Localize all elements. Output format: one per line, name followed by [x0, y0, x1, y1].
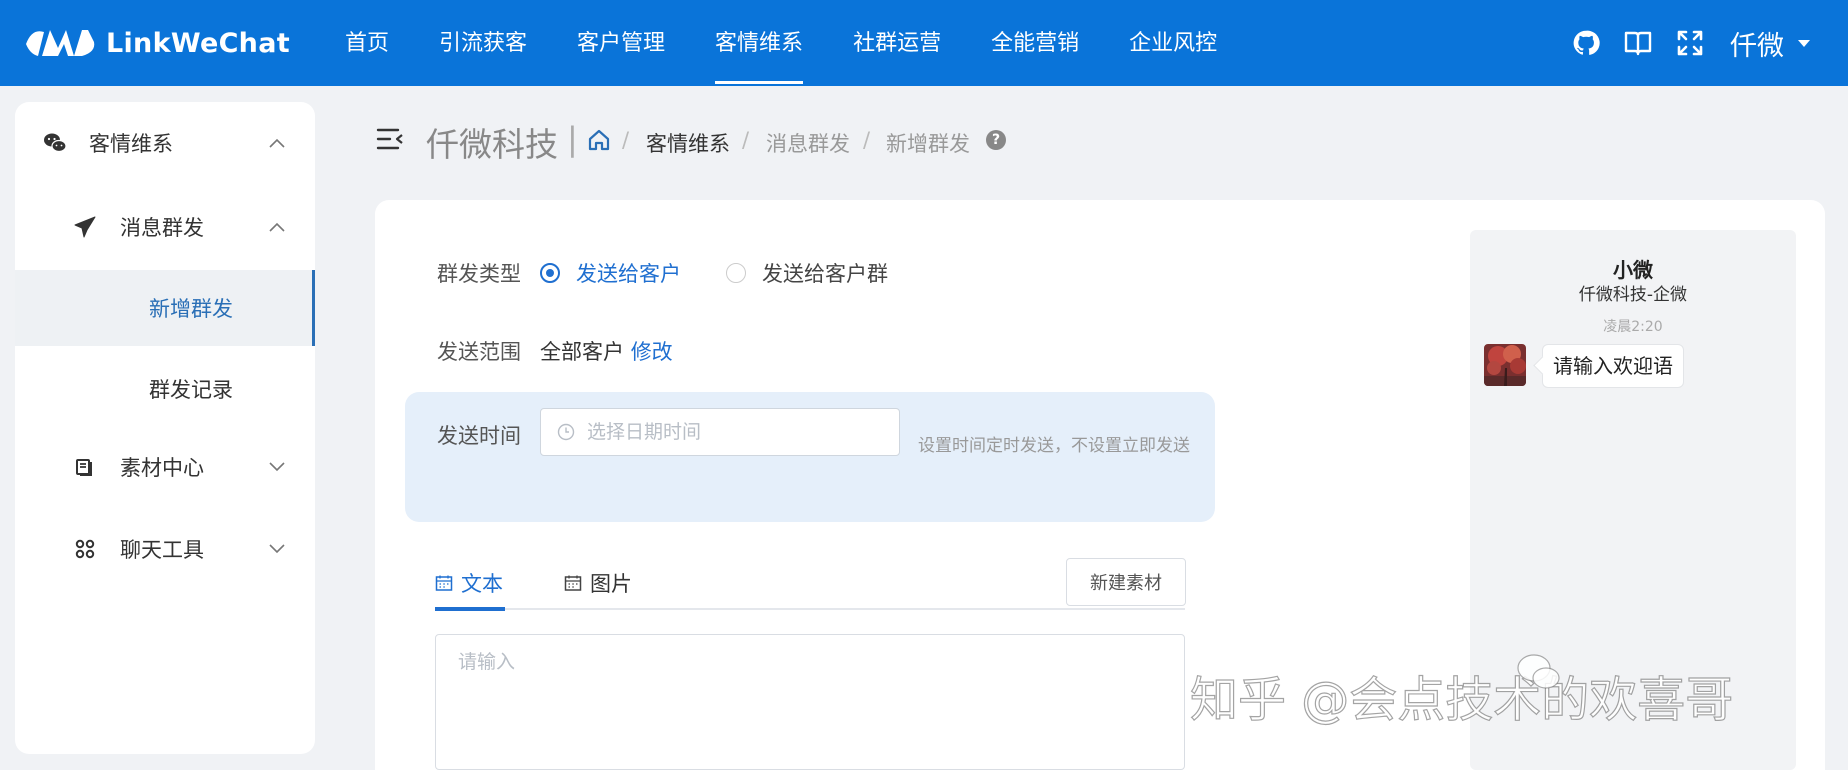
avatar [1484, 344, 1526, 386]
user-menu[interactable]: 仟微 [1730, 24, 1810, 63]
apps-icon [73, 537, 97, 561]
breadcrumb-current: 新增群发 [886, 132, 970, 156]
wechat-icon [43, 131, 67, 155]
radio-label: 发送给客户群 [762, 262, 888, 286]
sidebar: 客情维系 消息群发 新增群发 群发记录 素材中心 聊天工具 [15, 102, 315, 754]
sidebar-item-material-center[interactable]: 素材中心 [15, 432, 315, 502]
topnav-customer-maintenance[interactable]: 客情维系 [690, 0, 828, 86]
paper-plane-icon [73, 215, 97, 239]
sidebar-item-customer-maintenance[interactable]: 客情维系 [15, 114, 315, 172]
radio-send-to-customer[interactable]: 发送给客户 [540, 258, 681, 288]
sidebar-item-mass-message-records[interactable]: 群发记录 [15, 354, 315, 424]
top-nav-menu: 首页 引流获客 客户管理 客情维系 社群运营 全能营销 企业风控 [320, 0, 1242, 86]
breadcrumb-separator: / [622, 128, 630, 152]
send-range-text: 全部客户 [540, 340, 624, 364]
active-tab-indicator [435, 607, 505, 611]
sidebar-item-mass-message[interactable]: 消息群发 [15, 198, 315, 256]
datetime-input[interactable] [587, 421, 877, 443]
book-icon[interactable] [1622, 27, 1654, 59]
preview-sender-company: 仟微科技-企微 [1578, 285, 1688, 305]
calendar-icon [564, 575, 582, 591]
user-name: 仟微 [1730, 30, 1784, 62]
tab-image[interactable]: 图片 [564, 568, 632, 598]
chevron-down-icon [269, 544, 285, 554]
sidebar-item-new-mass-message[interactable]: 新增群发 [15, 270, 315, 346]
top-navbar: LinkWeChat 首页 引流获客 客户管理 客情维系 社群运营 全能营销 企… [0, 0, 1848, 86]
sidebar-item-label: 群发记录 [149, 378, 233, 402]
radio-label: 发送给客户 [576, 262, 681, 286]
sidebar-item-chat-tools[interactable]: 聊天工具 [15, 514, 315, 584]
radio-unchecked-icon [726, 263, 746, 283]
breadcrumb-item[interactable]: 客情维系 [646, 128, 730, 158]
chevron-up-icon [269, 138, 285, 148]
topnav-home[interactable]: 首页 [320, 0, 414, 86]
fullscreen-icon[interactable] [1674, 27, 1706, 59]
app-name: LinkWeChat [106, 27, 290, 59]
sidebar-item-label: 聊天工具 [120, 538, 204, 562]
chevron-down-icon [269, 462, 285, 472]
preview-message-bubble: 请输入欢迎语 [1542, 344, 1684, 388]
radio-checked-icon [540, 263, 560, 283]
sidebar-item-label: 素材中心 [120, 456, 204, 480]
tab-text[interactable]: 文本 [435, 568, 503, 598]
menu-toggle-icon[interactable] [376, 126, 404, 152]
top-right-tools: 仟微 [1550, 0, 1848, 86]
send-range-label: 发送范围 [437, 340, 521, 364]
linkwechat-logo-icon [26, 30, 95, 56]
tabs-divider [435, 608, 1185, 610]
wechat-watermark-icon [1517, 654, 1560, 689]
tab-label: 文本 [461, 572, 503, 596]
home-icon[interactable] [586, 127, 612, 153]
edit-range-link[interactable]: 修改 [631, 340, 673, 364]
topnav-risk-control[interactable]: 企业风控 [1104, 0, 1242, 86]
topnav-customer-management[interactable]: 客户管理 [552, 0, 690, 86]
chevron-up-icon [269, 222, 285, 232]
topnav-community[interactable]: 社群运营 [828, 0, 966, 86]
calendar-icon [435, 575, 453, 591]
github-icon[interactable] [1570, 27, 1602, 59]
send-time-label: 发送时间 [437, 424, 521, 448]
sidebar-item-label: 新增群发 [149, 297, 233, 321]
datetime-picker[interactable] [540, 408, 900, 456]
message-textarea[interactable] [435, 634, 1185, 770]
send-range-value: 全部客户 修改 [540, 336, 673, 366]
preview-sender-name: 小微 [1613, 258, 1653, 282]
breadcrumb-item[interactable]: 消息群发 [766, 128, 850, 158]
new-material-button[interactable]: 新建素材 [1066, 558, 1186, 606]
help-icon[interactable]: ? [986, 130, 1006, 150]
app-logo[interactable]: LinkWeChat [22, 22, 290, 64]
library-icon [73, 455, 97, 479]
sidebar-item-label: 消息群发 [120, 216, 204, 240]
send-type-label: 群发类型 [437, 262, 521, 286]
preview-timestamp: 凌晨2:20 [1603, 319, 1663, 335]
breadcrumb-separator: / [863, 128, 871, 152]
title-separator: | [567, 120, 578, 158]
tab-label: 图片 [590, 572, 632, 596]
company-name: 仟微科技 [426, 125, 558, 164]
topnav-acquisition[interactable]: 引流获客 [414, 0, 552, 86]
topnav-marketing[interactable]: 全能营销 [966, 0, 1104, 86]
radio-send-to-customer-group[interactable]: 发送给客户群 [726, 258, 888, 288]
watermark: 知乎 @会点技术的欢喜哥 [1189, 671, 1734, 728]
breadcrumb-separator: / [742, 128, 750, 152]
caret-down-icon [1798, 39, 1810, 47]
sidebar-item-label: 客情维系 [89, 132, 173, 156]
clock-icon [557, 423, 575, 441]
